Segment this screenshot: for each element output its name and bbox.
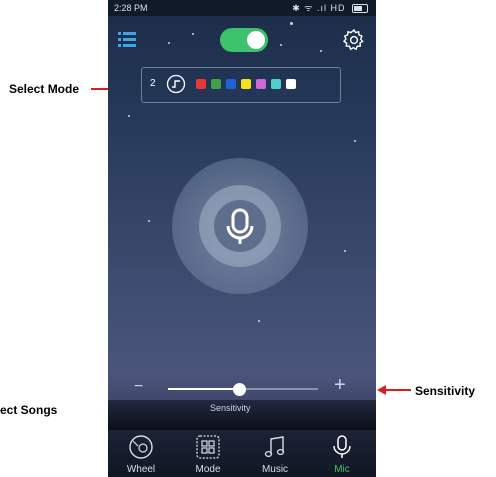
nav-label-mode: Mode (195, 464, 221, 475)
bottom-nav: Wheel Mode Music Mic (108, 430, 376, 477)
mode-color-swatch (256, 79, 266, 89)
mode-color-swatch (241, 79, 251, 89)
sensitivity-slider-thumb[interactable] (232, 383, 246, 396)
power-toggle[interactable] (220, 28, 268, 52)
status-icons: ✱ ᯤ .ıl HD (292, 3, 346, 13)
mode-color-swatch (211, 79, 221, 89)
annotation-select-mode: Select Mode (9, 82, 80, 96)
toggle-knob (247, 31, 265, 49)
music-note-icon (264, 436, 285, 458)
mode-color-swatch (196, 79, 206, 89)
nav-label-wheel: Wheel (126, 464, 156, 475)
annotation-sensitivity: Sensitivity (415, 384, 476, 398)
annotation-arrow-sensitivity (385, 389, 411, 391)
menu-icon[interactable] (116, 28, 138, 50)
gear-icon[interactable] (342, 28, 366, 52)
mode-color-swatch (271, 79, 281, 89)
wheel-icon (129, 435, 153, 459)
sensitivity-plus-button[interactable]: + (334, 374, 346, 397)
annotation-select-songs: ect Songs (0, 403, 58, 417)
status-bar: 2:28 PM ✱ ᯤ .ıl HD (108, 0, 376, 16)
status-indicators: ✱ ᯤ .ıl HD (292, 0, 368, 16)
battery-icon (352, 4, 368, 14)
phone-screen: 2:28 PM ✱ ᯤ .ıl HD 2 − + Sensitivity Whe… (108, 0, 376, 477)
nav-item-wheel[interactable]: Wheel (108, 430, 174, 477)
nav-label-mic: Mic (334, 464, 350, 475)
mode-color-swatch (226, 79, 236, 89)
microphone-icon (333, 435, 351, 458)
status-time: 2:28 PM (114, 3, 148, 13)
mode-color-swatch (286, 79, 296, 89)
sensitivity-slider-fill (168, 388, 239, 390)
nav-item-music[interactable]: Music (242, 430, 308, 477)
crescent-moon-icon (336, 330, 365, 364)
nav-item-mode[interactable]: Mode (175, 430, 241, 477)
nav-label-music: Music (261, 464, 289, 475)
microphone-icon (226, 208, 254, 244)
sensitivity-slider[interactable] (168, 383, 318, 396)
mode-number: 2 (150, 78, 156, 89)
nav-item-mic[interactable]: Mic (309, 430, 375, 477)
music-note-step-icon (166, 74, 186, 94)
mode-grid-icon (196, 435, 220, 459)
mode-selector[interactable]: 2 (141, 67, 341, 103)
sensitivity-label: Sensitivity (210, 403, 251, 413)
sensitivity-minus-button[interactable]: − (134, 378, 143, 396)
